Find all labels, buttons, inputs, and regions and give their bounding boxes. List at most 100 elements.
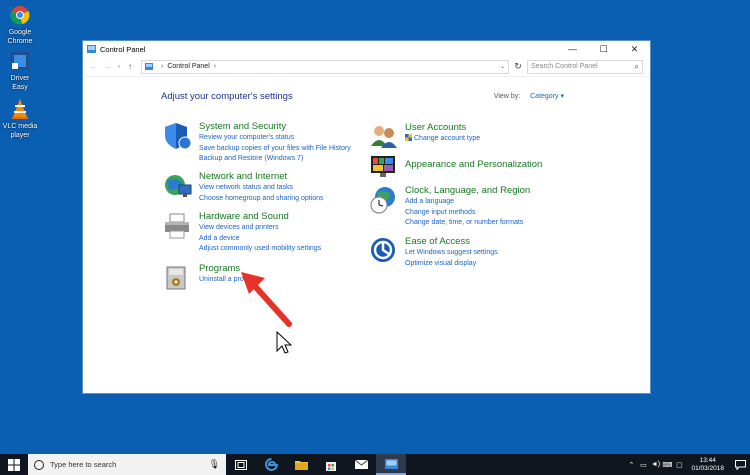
- appearance-personalization-link[interactable]: Appearance and Personalization: [405, 159, 542, 171]
- back-button[interactable]: ←: [87, 60, 101, 74]
- search-input[interactable]: Search Control Panel ⌕: [527, 59, 643, 74]
- category-clock-language: Clock, Language, and Region Add a langua…: [369, 185, 530, 229]
- system-security-link[interactable]: System and Security: [199, 121, 351, 133]
- address-bar[interactable]: › Control Panel › ⌄: [141, 59, 509, 74]
- driver-easy-icon: [9, 50, 31, 72]
- store-icon: [326, 461, 336, 471]
- network-status-link[interactable]: View network status and tasks: [199, 183, 324, 194]
- change-account-type-link[interactable]: Change account type: [405, 134, 480, 145]
- hardware-sound-link[interactable]: Hardware and Sound: [199, 211, 321, 223]
- chevron-up-icon[interactable]: ⌃: [625, 461, 637, 469]
- maximize-button[interactable]: ☐: [588, 41, 619, 57]
- view-by: View by: Category ▾: [494, 92, 564, 100]
- window-title: Control Panel: [100, 44, 146, 54]
- taskbar-mail[interactable]: [346, 454, 376, 475]
- clock[interactable]: 13:44 01/03/2018: [691, 457, 724, 473]
- homegroup-link[interactable]: Choose homegroup and sharing options: [199, 194, 324, 205]
- refresh-button[interactable]: ↻: [511, 60, 525, 74]
- recent-locations-button[interactable]: ▾: [115, 60, 123, 74]
- category-ease-of-access: Ease of Access Let Windows suggest setti…: [369, 236, 498, 269]
- file-history-link[interactable]: Save backup copies of your files with Fi…: [199, 144, 351, 155]
- change-date-time-link[interactable]: Change date, time, or number formats: [405, 218, 530, 229]
- folder-icon: [294, 461, 308, 470]
- clock-icon[interactable]: [369, 185, 399, 215]
- mouse-cursor-icon: [276, 331, 292, 354]
- desktop-icon-driver-easy[interactable]: Driver Easy: [2, 50, 38, 92]
- desktop-icon-label: Chrome: [7, 38, 33, 45]
- taskbar: Type here to search 🎙 ⌃ ▭ ◄) ⌨ ▢ 13:44 0…: [0, 454, 750, 475]
- users-icon[interactable]: [369, 122, 399, 152]
- network-icon[interactable]: ▭: [637, 461, 649, 469]
- control-panel-icon: [384, 458, 398, 469]
- printer-icon[interactable]: [163, 211, 193, 241]
- category-programs: Programs Uninstall a pro: [163, 263, 244, 293]
- minimize-button[interactable]: —: [557, 41, 588, 57]
- devices-printers-link[interactable]: View devices and printers: [199, 223, 321, 234]
- clock-time: 13:44: [699, 456, 716, 464]
- backup-restore-link[interactable]: Backup and Restore (Windows 7): [199, 154, 351, 165]
- vlc-icon: [9, 98, 31, 120]
- optimize-visual-display-link[interactable]: Optimize visual display: [405, 259, 498, 270]
- system-tray: ⌃ ▭ ◄) ⌨ ▢ 13:44 01/03/2018: [625, 454, 750, 475]
- control-panel-icon: [145, 63, 153, 70]
- windows-suggest-settings-link[interactable]: Let Windows suggest settings: [405, 248, 498, 259]
- control-panel-icon: [87, 45, 96, 53]
- mail-icon: [354, 460, 368, 469]
- control-panel-window: Control Panel — ☐ ✕ ← → ▾ ↑ › Control Pa…: [82, 40, 651, 394]
- shield-icon[interactable]: [163, 121, 193, 151]
- taskbar-edge[interactable]: [256, 454, 286, 475]
- notification-icon: [734, 459, 746, 470]
- desktop-icon-label: Driver Easy: [10, 75, 30, 91]
- forward-button[interactable]: →: [101, 60, 115, 74]
- cortana-icon: [34, 459, 44, 470]
- taskbar-file-explorer[interactable]: [286, 454, 316, 475]
- category-hardware-sound: Hardware and Sound View devices and prin…: [163, 211, 321, 255]
- change-account-type-text: Change account type: [414, 135, 481, 142]
- review-status-link[interactable]: Review your computer's status: [199, 133, 351, 144]
- view-by-dropdown[interactable]: Category ▾: [530, 93, 564, 100]
- taskbar-control-panel[interactable]: [376, 454, 406, 475]
- breadcrumb-control-panel[interactable]: Control Panel: [167, 63, 209, 70]
- mobility-settings-link[interactable]: Adjust commonly used mobility settings: [199, 244, 321, 255]
- title-bar[interactable]: Control Panel — ☐ ✕: [83, 41, 650, 57]
- globe-network-icon[interactable]: [163, 171, 193, 201]
- taskbar-search-placeholder: Type here to search: [50, 460, 117, 469]
- taskbar-store[interactable]: [316, 454, 346, 475]
- display-icon[interactable]: ▢: [673, 461, 685, 469]
- view-by-label: View by:: [493, 93, 521, 100]
- appearance-icon[interactable]: [369, 153, 399, 183]
- start-button[interactable]: [0, 454, 28, 475]
- taskbar-search-input[interactable]: Type here to search 🎙: [28, 454, 226, 475]
- desktop-icon-label: VLC media: [2, 123, 38, 130]
- edge-icon: [264, 458, 278, 471]
- page-title: Adjust your computer's settings: [161, 91, 293, 102]
- ease-of-access-link[interactable]: Ease of Access: [405, 236, 498, 248]
- network-internet-link[interactable]: Network and Internet: [199, 171, 324, 183]
- user-accounts-link[interactable]: User Accounts: [405, 122, 480, 134]
- close-button[interactable]: ✕: [619, 41, 650, 57]
- category-system-security: System and Security Review your computer…: [163, 121, 351, 165]
- task-view-button[interactable]: [226, 454, 256, 475]
- add-language-link[interactable]: Add a language: [405, 197, 530, 208]
- uac-shield-icon: [405, 134, 412, 141]
- action-center-button[interactable]: [730, 454, 750, 475]
- search-icon: ⌕: [634, 61, 639, 71]
- desktop-icon-chrome[interactable]: Google Chrome: [2, 4, 38, 46]
- change-input-methods-link[interactable]: Change input methods: [405, 208, 530, 219]
- address-row: ← → ▾ ↑ › Control Panel › ⌄ ↻ Search Con…: [83, 57, 650, 77]
- microphone-icon[interactable]: 🎙: [209, 459, 220, 470]
- programs-icon[interactable]: [163, 263, 193, 293]
- ease-of-access-icon[interactable]: [369, 236, 399, 266]
- desktop-icon-vlc[interactable]: VLC media player: [2, 98, 38, 140]
- windows-logo-icon: [8, 458, 20, 471]
- chevron-down-icon[interactable]: ⌄: [500, 63, 505, 70]
- keyboard-icon[interactable]: ⌨: [661, 461, 673, 469]
- clock-language-region-link[interactable]: Clock, Language, and Region: [405, 185, 530, 197]
- chrome-icon: [9, 4, 31, 26]
- up-button[interactable]: ↑: [123, 60, 137, 74]
- category-appearance: Appearance and Personalization: [369, 153, 542, 183]
- volume-icon[interactable]: ◄): [649, 461, 661, 468]
- chevron-right-icon[interactable]: ›: [214, 63, 216, 70]
- desktop-icon-label: player: [10, 132, 30, 139]
- add-device-link[interactable]: Add a device: [199, 234, 321, 245]
